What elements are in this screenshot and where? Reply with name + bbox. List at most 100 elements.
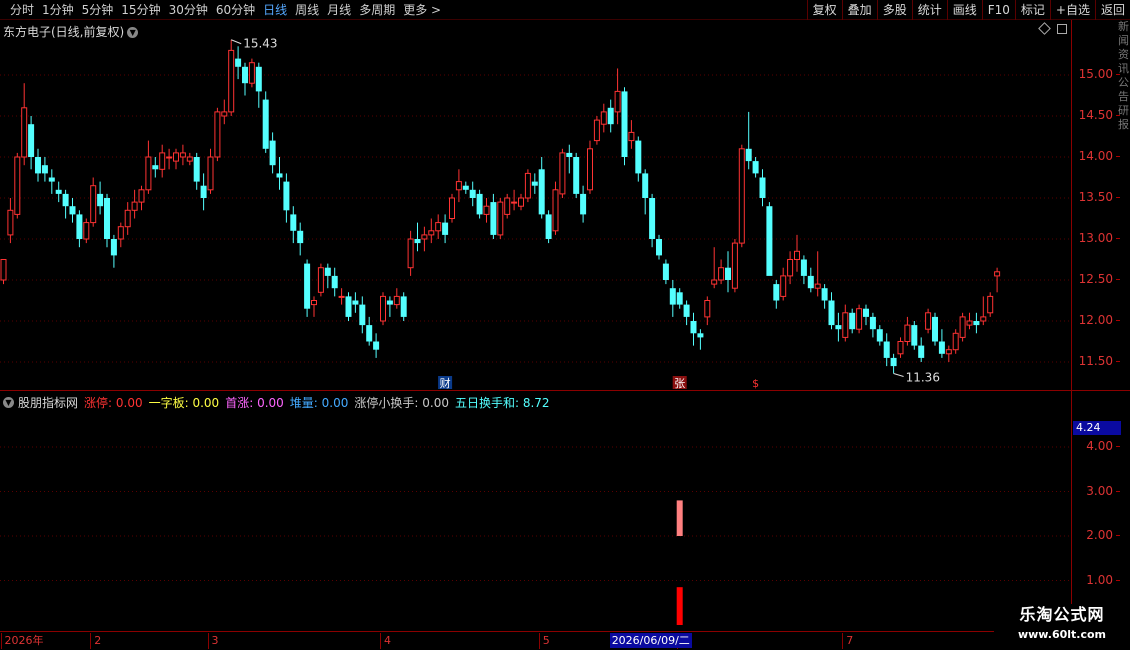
candle[interactable] bbox=[380, 292, 386, 326]
candle[interactable] bbox=[83, 218, 90, 244]
candle[interactable] bbox=[994, 267, 1001, 293]
candle[interactable] bbox=[980, 296, 987, 326]
candle[interactable] bbox=[476, 189, 483, 219]
candle[interactable] bbox=[856, 304, 863, 334]
period-tab-3[interactable]: 15分钟 bbox=[117, 0, 164, 20]
period-tab-8[interactable]: 月线 bbox=[323, 0, 355, 20]
candle[interactable] bbox=[669, 280, 676, 317]
candle[interactable] bbox=[55, 181, 62, 203]
period-tab-7[interactable]: 周线 bbox=[291, 0, 323, 20]
candle[interactable] bbox=[393, 288, 400, 309]
candle[interactable] bbox=[676, 288, 683, 309]
candle[interactable] bbox=[863, 304, 869, 326]
candle[interactable] bbox=[311, 296, 317, 317]
candle[interactable] bbox=[69, 198, 76, 223]
candle[interactable] bbox=[524, 169, 531, 203]
candle[interactable] bbox=[76, 210, 83, 248]
tool-button-6[interactable]: 标记 bbox=[1014, 0, 1050, 20]
candle[interactable] bbox=[938, 329, 945, 358]
candle[interactable] bbox=[455, 169, 462, 203]
candle[interactable] bbox=[504, 193, 511, 219]
tool-button-5[interactable]: F10 bbox=[981, 0, 1015, 20]
candle[interactable] bbox=[869, 312, 876, 338]
candle[interactable] bbox=[297, 222, 304, 256]
candle[interactable] bbox=[166, 148, 173, 170]
candle[interactable] bbox=[373, 333, 380, 358]
candle[interactable] bbox=[766, 202, 773, 276]
candle[interactable] bbox=[449, 193, 455, 223]
period-tab-10[interactable]: 更多 > bbox=[399, 0, 445, 20]
candle[interactable] bbox=[883, 333, 890, 367]
candle[interactable] bbox=[345, 292, 352, 321]
candle[interactable] bbox=[511, 189, 518, 211]
tool-button-3[interactable]: 统计 bbox=[911, 0, 947, 20]
candle[interactable] bbox=[248, 58, 255, 88]
candle[interactable] bbox=[932, 312, 938, 346]
candle[interactable] bbox=[649, 193, 656, 248]
candle[interactable] bbox=[628, 120, 635, 149]
candle[interactable] bbox=[538, 157, 545, 219]
candle[interactable] bbox=[414, 222, 421, 252]
candle[interactable] bbox=[731, 239, 738, 293]
candle[interactable] bbox=[186, 152, 193, 166]
candle[interactable] bbox=[338, 288, 345, 305]
candle[interactable] bbox=[945, 345, 952, 362]
candle[interactable] bbox=[110, 234, 117, 268]
candle[interactable] bbox=[41, 157, 48, 182]
candle[interactable] bbox=[435, 214, 442, 239]
candle[interactable] bbox=[800, 255, 807, 285]
candle[interactable] bbox=[973, 312, 980, 334]
candle[interactable] bbox=[0, 259, 7, 285]
period-tab-2[interactable]: 5分钟 bbox=[78, 0, 118, 20]
candle[interactable] bbox=[48, 169, 55, 194]
tool-button-7[interactable]: +自选 bbox=[1049, 0, 1095, 20]
candle[interactable] bbox=[614, 68, 621, 125]
candle[interactable] bbox=[821, 284, 828, 309]
candle[interactable] bbox=[635, 136, 642, 182]
candle[interactable] bbox=[490, 193, 497, 239]
candle[interactable] bbox=[704, 296, 711, 326]
candle[interactable] bbox=[366, 316, 373, 346]
candle[interactable] bbox=[235, 46, 242, 80]
candle[interactable] bbox=[711, 247, 718, 289]
candle[interactable] bbox=[352, 292, 359, 313]
candle[interactable] bbox=[7, 198, 14, 244]
candle[interactable] bbox=[242, 62, 248, 96]
maximize-icon[interactable] bbox=[1057, 24, 1067, 34]
candle[interactable] bbox=[718, 259, 725, 285]
candle[interactable] bbox=[959, 312, 966, 342]
chevron-down-icon[interactable]: ▼ bbox=[127, 27, 139, 38]
candle[interactable] bbox=[28, 116, 35, 170]
candle[interactable] bbox=[966, 312, 973, 330]
candle[interactable] bbox=[690, 312, 697, 346]
candle[interactable] bbox=[849, 308, 856, 334]
candle[interactable] bbox=[518, 193, 524, 211]
candle[interactable] bbox=[794, 234, 800, 272]
candle[interactable] bbox=[386, 296, 393, 317]
candle[interactable] bbox=[621, 87, 628, 166]
candle[interactable] bbox=[697, 329, 704, 350]
candle[interactable] bbox=[442, 214, 449, 244]
candle[interactable] bbox=[193, 152, 200, 190]
candle[interactable] bbox=[925, 308, 932, 334]
candle[interactable] bbox=[179, 144, 186, 166]
candle[interactable] bbox=[152, 157, 159, 178]
candle[interactable] bbox=[35, 148, 41, 182]
tool-button-0[interactable]: 复权 bbox=[806, 0, 842, 20]
chart-marker[interactable]: 财 bbox=[440, 376, 451, 390]
chart-marker[interactable]: 张 bbox=[674, 377, 685, 390]
candle[interactable] bbox=[497, 198, 504, 239]
candle[interactable] bbox=[214, 107, 221, 162]
candle[interactable] bbox=[159, 144, 166, 178]
candle[interactable] bbox=[580, 185, 587, 223]
chart-title[interactable]: 东方电子(日线,前复权) ▼ bbox=[3, 23, 139, 40]
candle[interactable] bbox=[221, 99, 228, 125]
candle[interactable] bbox=[428, 218, 435, 244]
tool-button-2[interactable]: 多股 bbox=[876, 0, 912, 20]
candle[interactable] bbox=[331, 267, 338, 297]
candle[interactable] bbox=[145, 140, 152, 194]
candle[interactable] bbox=[814, 251, 821, 297]
period-tab-5[interactable]: 60分钟 bbox=[212, 0, 259, 20]
candle[interactable] bbox=[469, 181, 476, 207]
candle[interactable] bbox=[552, 181, 559, 235]
